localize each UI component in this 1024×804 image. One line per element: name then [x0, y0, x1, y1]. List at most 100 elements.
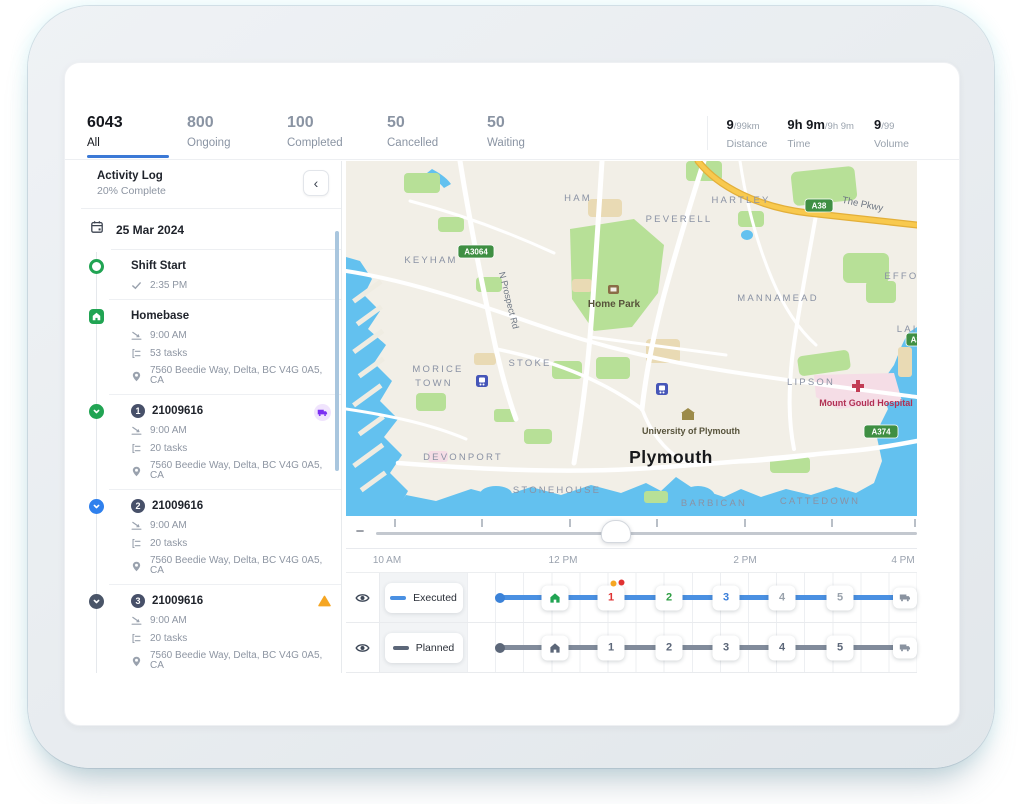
- sidebar-title: Activity Log: [97, 170, 166, 182]
- tab-ongoing-count: 800: [187, 113, 287, 133]
- list-item-stop-2[interactable]: 221009616 9:00 AM 20 tasks 7560 Beedie W…: [81, 490, 341, 585]
- executed-legend[interactable]: Executed: [385, 583, 463, 613]
- app-window: 6043 All 800 Ongoing 100 Completed 50 Ca…: [64, 62, 960, 726]
- toggle-executed-visibility[interactable]: [346, 573, 380, 622]
- map-canvas[interactable]: A38 A3064 A374 A38: [346, 161, 917, 516]
- executed-vehicle-marker[interactable]: [893, 587, 917, 608]
- location-pin-icon: [131, 561, 142, 572]
- planned-vehicle-marker[interactable]: [893, 637, 917, 658]
- planned-stop-3-marker[interactable]: 3: [713, 635, 740, 660]
- map-label-stonehouse: STONEHOUSE: [513, 485, 601, 496]
- stop-1-number-badge: 1: [131, 404, 145, 418]
- sidebar-scrollbar[interactable]: [335, 231, 339, 471]
- executed-stop-4-marker[interactable]: 4: [769, 585, 796, 610]
- planned-homebase-marker[interactable]: [542, 635, 569, 660]
- tab-waiting[interactable]: 50 Waiting: [487, 113, 587, 158]
- executed-stop-5-marker[interactable]: 5: [827, 585, 854, 610]
- tab-all[interactable]: 6043 All: [87, 113, 187, 158]
- slider-tick: [831, 519, 833, 527]
- zoom-out-button[interactable]: −: [351, 523, 369, 541]
- stat-distance-total: /99km: [734, 121, 760, 132]
- map-label-ham: HAM: [564, 193, 592, 204]
- list-item-homebase[interactable]: Homebase 9:00 AM 53 tasks 7560 Beedie Wa…: [81, 300, 341, 395]
- train-station-icon: [656, 383, 668, 395]
- executed-stop-4-num: 4: [779, 592, 785, 604]
- tasks-icon: [131, 633, 142, 644]
- homebase-time: 9:00 AM: [150, 331, 187, 341]
- sidebar-progress: 20% Complete: [97, 185, 166, 197]
- stop-2-number-badge: 2: [131, 499, 145, 513]
- tasks-icon: [131, 348, 142, 359]
- executed-stop-1-num: 1: [608, 592, 614, 604]
- stop-1-time: 9:00 AM: [150, 426, 187, 436]
- timeline-zoom-slider: −: [346, 516, 917, 549]
- stop-2-status-icon: [89, 499, 104, 514]
- slider-track[interactable]: [376, 532, 917, 535]
- stop-3-id: 21009616: [152, 594, 203, 608]
- executed-homebase-marker[interactable]: [542, 585, 569, 610]
- tab-waiting-count: 50: [487, 113, 587, 133]
- warning-dot: [611, 580, 617, 586]
- svg-text:A38: A38: [812, 202, 827, 211]
- map-label-laira: LAIRA: [897, 324, 917, 335]
- map-label-morice: MORICE: [412, 364, 463, 375]
- axis-label-12pm: 12 PM: [549, 555, 578, 566]
- planned-stop-1-marker[interactable]: 1: [598, 635, 625, 660]
- planned-legend[interactable]: Planned: [385, 633, 463, 663]
- activity-list: Shift Start 2:35 PM Homebase 9:00 AM: [81, 250, 341, 673]
- eye-icon: [355, 642, 370, 654]
- executed-stop-2-marker[interactable]: 2: [656, 585, 683, 610]
- stat-time-value: 9h 9m: [787, 117, 825, 132]
- slider-tick: [656, 519, 658, 527]
- svg-text:A3064: A3064: [464, 248, 488, 257]
- shift-start-time: 2:35 PM: [150, 281, 187, 291]
- svg-text:A374: A374: [871, 428, 891, 437]
- slider-handle[interactable]: [601, 520, 631, 543]
- stop-3-number-badge: 3: [131, 594, 145, 608]
- executed-stop-3-marker[interactable]: 3: [713, 585, 740, 610]
- stop-2-id: 21009616: [152, 499, 203, 513]
- executed-track: 1 2 3 4 5: [467, 573, 917, 622]
- executed-stop-1-marker[interactable]: 1: [598, 585, 625, 610]
- list-item-stop-3[interactable]: 321009616 9:00 AM 20 tasks 7560 Bee: [81, 585, 341, 673]
- list-item-stop-1[interactable]: 121009616 9:00 AM 20 tasks 7560 Bee: [81, 395, 341, 490]
- slider-tick: [744, 519, 746, 527]
- tab-cancelled-label: Cancelled: [387, 137, 487, 158]
- eta-icon: [131, 615, 142, 626]
- list-item-shift-start[interactable]: Shift Start 2:35 PM: [81, 250, 341, 300]
- tab-all-label: All: [87, 137, 187, 158]
- road-shield-a3064: A3064: [458, 245, 494, 258]
- map-label-barbican: BARBICAN: [681, 498, 747, 509]
- stop-1-id: 21009616: [152, 404, 203, 418]
- tab-cancelled[interactable]: 50 Cancelled: [387, 113, 487, 158]
- tab-ongoing[interactable]: 800 Ongoing: [187, 113, 287, 158]
- eta-icon: [131, 520, 142, 531]
- planned-stop-1-num: 1: [608, 642, 614, 654]
- tasks-icon: [131, 538, 142, 549]
- train-station-icon: [476, 375, 488, 387]
- tablet-frame: 6043 All 800 Ongoing 100 Completed 50 Ca…: [28, 6, 994, 768]
- svg-text:A38: A38: [911, 336, 917, 345]
- eta-icon: [131, 425, 142, 436]
- homebase-address: 7560 Beedie Way, Delta, BC V4G 0A5, CA: [150, 366, 329, 386]
- planned-stop-2-marker[interactable]: 2: [656, 635, 683, 660]
- planned-stop-5-num: 5: [837, 642, 843, 654]
- tab-completed[interactable]: 100 Completed: [287, 113, 387, 158]
- axis-label-2pm: 2 PM: [733, 555, 756, 566]
- map-svg: A38 A3064 A374 A38: [346, 161, 917, 516]
- date-row[interactable]: 25 Mar 2024: [81, 209, 341, 250]
- collapse-sidebar-button[interactable]: ‹: [303, 170, 329, 196]
- stop-1-tasks: 20 tasks: [150, 444, 187, 454]
- executed-row: Executed 1 2: [346, 573, 917, 623]
- home-icon: [550, 592, 561, 603]
- location-pin-icon: [131, 656, 142, 667]
- planned-stop-3-num: 3: [723, 642, 729, 654]
- toggle-planned-visibility[interactable]: [346, 623, 380, 672]
- planned-stop-4-marker[interactable]: 4: [769, 635, 796, 660]
- map-label-stoke: STOKE: [508, 358, 551, 369]
- activity-log-sidebar: Activity Log 20% Complete ‹ 25 Mar 2024 …: [81, 161, 342, 673]
- axis-label-4pm: 4 PM: [891, 555, 914, 566]
- planned-stop-5-marker[interactable]: 5: [827, 635, 854, 660]
- main-content: Activity Log 20% Complete ‹ 25 Mar 2024 …: [81, 161, 917, 673]
- map-label-hartley: HARTLEY: [711, 195, 770, 206]
